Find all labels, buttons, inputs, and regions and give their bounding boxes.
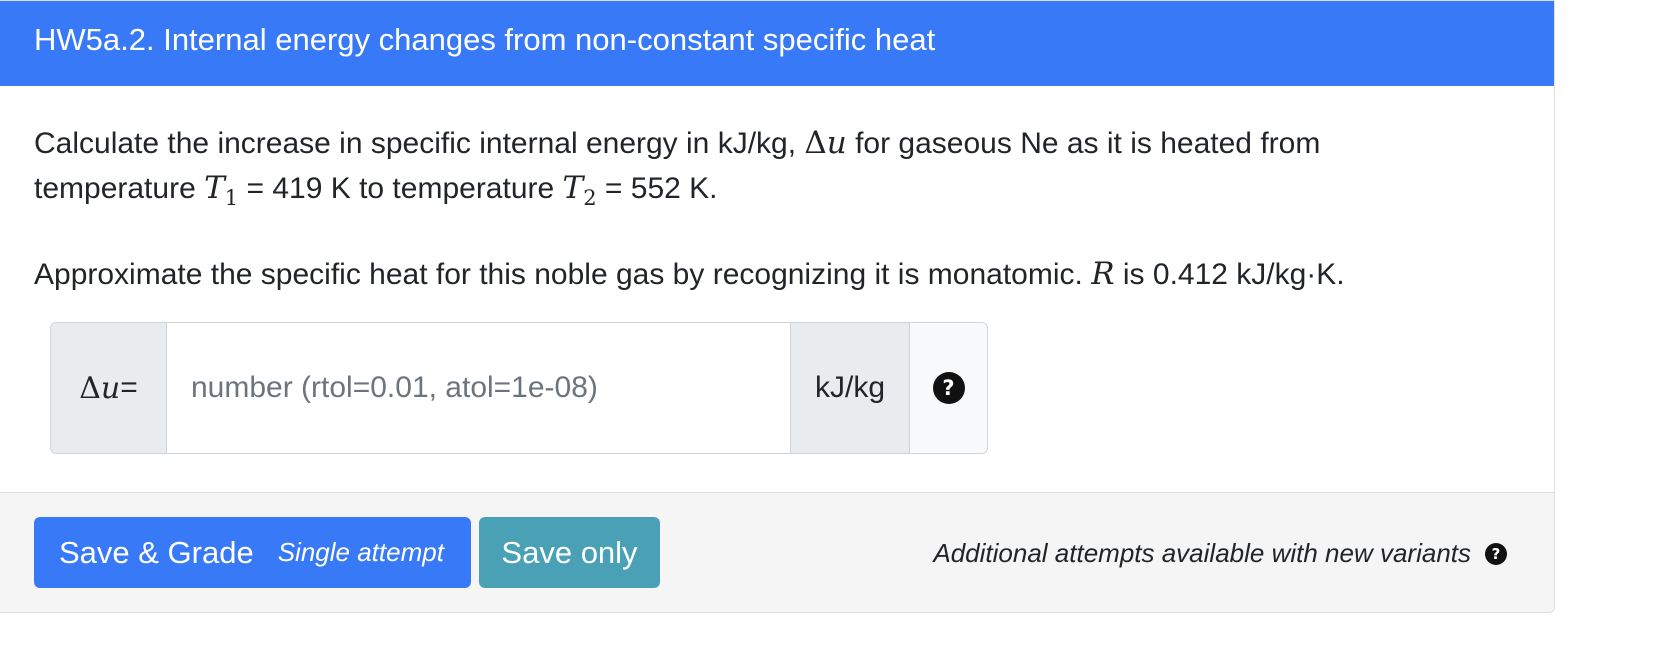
- attempts-text: Additional attempts available with new v…: [933, 538, 1471, 568]
- question-title: HW5a.2. Internal energy changes from non…: [34, 22, 936, 57]
- question-text: Approximate the specific heat for this n…: [34, 258, 1092, 292]
- question-text: = 552 K.: [596, 172, 718, 205]
- attempts-info: Additional attempts available with new v…: [933, 538, 1507, 569]
- answer-input-group: Δu= kJ/kg ?: [50, 322, 988, 454]
- save-and-grade-button[interactable]: Save & Grade Single attempt: [34, 517, 471, 588]
- question-circle-icon[interactable]: ?: [932, 372, 965, 404]
- delta-symbol: Δ: [804, 125, 827, 161]
- question-line-1: Calculate the increase in specific inter…: [34, 121, 1524, 166]
- question-text: Calculate the increase in specific inter…: [34, 127, 805, 160]
- save-and-grade-label: Save & Grade: [59, 534, 254, 570]
- t2-symbol: T2: [562, 170, 597, 210]
- equals-sign: =: [120, 371, 138, 404]
- single-attempt-label: Single attempt: [277, 537, 444, 567]
- save-only-button[interactable]: Save only: [479, 517, 660, 588]
- question-circle-icon[interactable]: ?: [1485, 542, 1507, 565]
- t2-letter: T: [562, 170, 584, 206]
- t1-subscript: 1: [224, 186, 239, 211]
- question-text: for gaseous Ne as it is heated from: [846, 127, 1321, 160]
- u-symbol: u: [826, 125, 847, 161]
- question-line-2: temperature T1 = 419 K to temperature T2…: [34, 166, 1524, 221]
- question-paragraph-2: Approximate the specific heat for this n…: [34, 252, 1524, 297]
- u-symbol: u: [100, 370, 121, 406]
- answer-unit: kJ/kg: [790, 323, 910, 453]
- answer-help: ?: [910, 323, 987, 453]
- question-header: HW5a.2. Internal energy changes from non…: [0, 1, 1554, 86]
- delta-symbol: Δ: [79, 370, 101, 406]
- t1-symbol: T1: [204, 170, 238, 210]
- question-text: temperature: [34, 172, 205, 205]
- question-text: = 419 K to temperature: [238, 172, 563, 205]
- answer-input[interactable]: [167, 323, 790, 453]
- t1-letter: T: [204, 170, 225, 206]
- question-text: is 0.412 kJ/kg·K.: [1114, 258, 1345, 292]
- t2-subscript: 2: [583, 186, 597, 211]
- answer-label: Δu =: [51, 323, 167, 453]
- r-symbol: R: [1091, 256, 1115, 293]
- question-card: HW5a.2. Internal energy changes from non…: [0, 0, 1555, 613]
- question-footer: Save & Grade Single attempt Save only Ad…: [0, 492, 1554, 612]
- question-body: Calculate the increase in specific inter…: [34, 121, 1524, 297]
